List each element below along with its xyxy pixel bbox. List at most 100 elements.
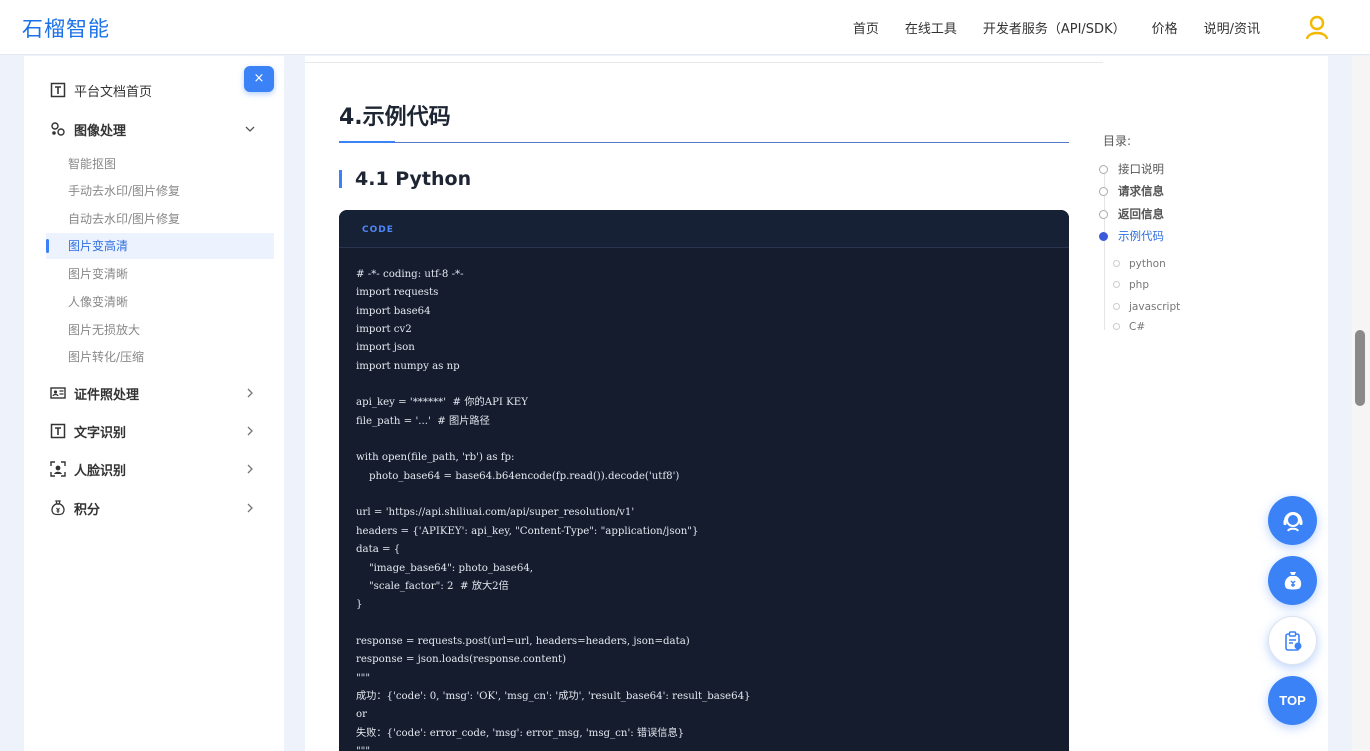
section-title: 4.示例代码 bbox=[339, 105, 451, 130]
code-line: data = { bbox=[356, 544, 401, 556]
toc-subitem-javascript[interactable]: javascript bbox=[1129, 300, 1180, 314]
sidebar-group-face-recognition[interactable]: 人脸识别 bbox=[24, 455, 284, 483]
code-line: 成功：{'code': 0, 'msg': 'OK', 'msg_cn': '成… bbox=[356, 690, 751, 702]
toc-subdot bbox=[1113, 303, 1120, 310]
code-line: 失败：{'code': error_code, 'msg': error_msg… bbox=[356, 727, 685, 739]
nav-docs-news[interactable]: 说明/资讯 bbox=[1204, 18, 1260, 37]
site-logo[interactable]: 石榴智能 bbox=[22, 13, 110, 43]
toc-dot bbox=[1099, 210, 1108, 219]
code-line: # -*- coding: utf-8 -*- bbox=[356, 269, 464, 280]
sidebar-group-points[interactable]: 积分 bbox=[24, 494, 284, 522]
sidebar-group-label: 证件照处理 bbox=[74, 387, 140, 403]
user-icon[interactable] bbox=[1304, 14, 1330, 40]
code-line: response = json.loads(response.content) bbox=[356, 654, 567, 666]
clipboard-icon bbox=[1284, 630, 1301, 651]
back-to-top-button[interactable]: TOP bbox=[1268, 676, 1317, 725]
chevron-right-icon bbox=[247, 388, 253, 398]
divider bbox=[305, 62, 1103, 63]
code-line: file_path = '...' # 图片路径 bbox=[356, 415, 490, 427]
sidebar-group-label: 文字识别 bbox=[74, 425, 127, 441]
sidebar-group-text-recognition[interactable]: 文字识别 bbox=[24, 417, 284, 445]
code-line: import numpy as np bbox=[356, 360, 460, 372]
doc-content: 4.示例代码 4.1 Python CODE # -*- coding: utf… bbox=[305, 56, 1328, 751]
id-card-icon bbox=[50, 387, 66, 399]
clipboard-button[interactable] bbox=[1268, 616, 1317, 665]
text-box-icon bbox=[50, 82, 66, 98]
code-line: import base64 bbox=[356, 305, 431, 317]
sidebar-group-id-photo[interactable]: 证件照处理 bbox=[24, 379, 284, 407]
toc-item-sample-code[interactable]: 示例代码 bbox=[1118, 228, 1164, 244]
code-line: "image_base64": photo_base64, bbox=[356, 562, 534, 574]
toc-subitem-python[interactable]: python bbox=[1129, 257, 1166, 271]
money-bag-icon bbox=[51, 500, 65, 516]
code-line: api_key = '******' # 你的API KEY bbox=[356, 397, 528, 409]
sidebar-subitem-lossless-enlarge[interactable]: 图片无损放大 bbox=[46, 317, 274, 343]
customer-service-button[interactable] bbox=[1268, 496, 1317, 545]
code-line: import requests bbox=[356, 287, 439, 299]
toc-subdot bbox=[1113, 260, 1120, 267]
chevron-right-icon bbox=[247, 426, 253, 436]
recharge-button[interactable] bbox=[1268, 556, 1317, 605]
sidebar-subitem-auto-watermark[interactable]: 自动去水印/图片修复 bbox=[46, 206, 274, 232]
image-processing-icon bbox=[51, 122, 65, 136]
sidebar-subitem-portrait-sharpen[interactable]: 人像变清晰 bbox=[46, 289, 274, 315]
chevron-down-icon bbox=[245, 126, 255, 132]
sidebar-group-label: 人脸识别 bbox=[74, 463, 127, 479]
toc-item-api-desc[interactable]: 接口说明 bbox=[1118, 161, 1164, 177]
page-scrollbar-thumb[interactable] bbox=[1355, 330, 1365, 406]
toc-item-response-info[interactable]: 返回信息 bbox=[1118, 206, 1164, 222]
nav-online-tools[interactable]: 在线工具 bbox=[905, 18, 957, 37]
code-line: "scale_factor": 2 # 放大2倍 bbox=[356, 580, 509, 592]
code-line: """ bbox=[356, 743, 751, 751]
toc-subitem-php[interactable]: php bbox=[1129, 278, 1149, 292]
main-nav: 首页 在线工具 开发者服务（API/SDK） 价格 说明/资讯 bbox=[853, 0, 1260, 55]
section-title-underline bbox=[339, 141, 1069, 143]
toc-subitem-csharp[interactable]: C# bbox=[1129, 320, 1145, 334]
sidebar-item-label: 平台文档首页 bbox=[74, 84, 153, 100]
sidebar-subitem-manual-watermark[interactable]: 手动去水印/图片修复 bbox=[46, 178, 274, 204]
top-header: 石榴智能 首页 在线工具 开发者服务（API/SDK） 价格 说明/资讯 bbox=[0, 0, 1370, 55]
code-line: or bbox=[356, 709, 368, 721]
code-line: photo_base64 = base64.b64encode(fp.read(… bbox=[356, 470, 680, 482]
sidebar-group-label: 积分 bbox=[74, 502, 101, 518]
toc-dot bbox=[1099, 165, 1108, 174]
toc-dot-active bbox=[1099, 232, 1108, 241]
nav-developer-services[interactable]: 开发者服务（API/SDK） bbox=[983, 18, 1126, 37]
back-to-top-label: TOP bbox=[1279, 693, 1306, 708]
sidebar-subitem-sharpen-image[interactable]: 图片变清晰 bbox=[46, 261, 274, 287]
code-line: with open(file_path, 'rb') as fp: bbox=[356, 452, 515, 464]
toc-title: 目录: bbox=[1103, 134, 1132, 148]
chevron-right-icon bbox=[247, 503, 253, 513]
code-block[interactable]: CODE # -*- coding: utf-8 -*- import reque… bbox=[339, 210, 1069, 751]
code-line: } bbox=[356, 599, 363, 611]
money-bag-icon bbox=[1284, 571, 1301, 589]
chevron-right-icon bbox=[247, 464, 253, 474]
sidebar-subitem-smart-cutout[interactable]: 智能抠图 bbox=[46, 151, 274, 177]
headset-icon bbox=[1283, 511, 1302, 532]
sidebar-group-label: 图像处理 bbox=[74, 123, 127, 139]
code-text[interactable]: # -*- coding: utf-8 -*- import requests im… bbox=[356, 266, 751, 751]
sidebar-subitem-hd-image[interactable]: 图片变高清 bbox=[46, 233, 274, 259]
code-line: headers = {'APIKEY': api_key, "Content-T… bbox=[356, 525, 699, 537]
sidebar-subitem-convert-compress[interactable]: 图片转化/压缩 bbox=[46, 344, 274, 370]
toc-subdot bbox=[1113, 281, 1120, 288]
face-scan-icon bbox=[50, 461, 66, 477]
docs-sidebar: × 平台文档首页 图像处理 智能抠图 手动去水印/图片修复 自动去水印/图片修复… bbox=[24, 56, 284, 751]
toc-dot bbox=[1099, 187, 1108, 196]
nav-home[interactable]: 首页 bbox=[853, 18, 879, 37]
toc-item-request-info[interactable]: 请求信息 bbox=[1118, 183, 1164, 199]
code-line: """ bbox=[356, 672, 371, 684]
sidebar-group-image-processing[interactable]: 图像处理 bbox=[24, 115, 284, 143]
code-line: response = requests.post(url=url, header… bbox=[356, 635, 690, 647]
nav-pricing[interactable]: 价格 bbox=[1152, 18, 1178, 37]
toc-subdot bbox=[1113, 323, 1120, 330]
subsection-title: 4.1 Python bbox=[339, 166, 471, 192]
text-box-icon bbox=[50, 423, 66, 439]
code-line: url = 'https://api.shiliuai.com/api/supe… bbox=[356, 507, 635, 519]
sidebar-item-docs-home[interactable]: 平台文档首页 bbox=[24, 76, 284, 104]
code-line: import json bbox=[356, 342, 415, 354]
code-line: import cv2 bbox=[356, 324, 412, 336]
